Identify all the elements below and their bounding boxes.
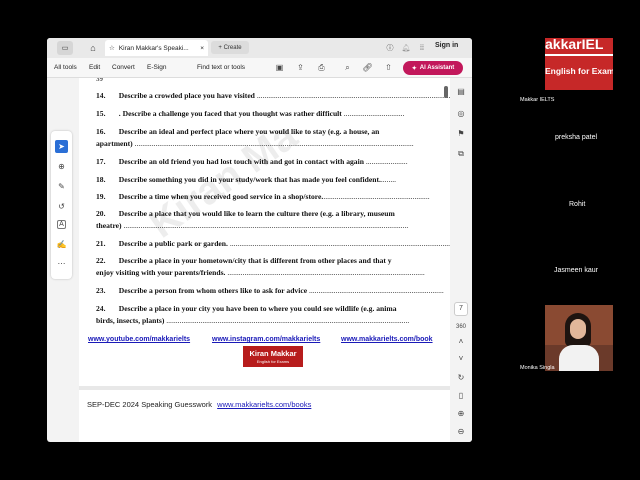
- participant-name-jasmeen: Jasmeen kaur: [554, 267, 598, 274]
- question-16: 16. Describe an ideal and perfect place …: [96, 127, 380, 136]
- tab-document[interactable]: ☆ Kiran Makkar's Speaki... ×: [105, 40, 208, 56]
- question-20: 20. Describe a place that you would like…: [96, 209, 395, 218]
- lasso-icon[interactable]: ↺: [55, 200, 68, 213]
- question-15: 15. . Describe a challenge you faced tha…: [96, 109, 405, 118]
- page-separator: [79, 386, 450, 390]
- home-icon[interactable]: ⌂: [87, 41, 99, 55]
- question-22-cont: enjoy visiting with your parents/friends…: [96, 268, 425, 277]
- print-icon[interactable]: ⎙: [316, 63, 327, 73]
- text-box-icon[interactable]: A: [57, 220, 66, 229]
- menu-edit[interactable]: Edit: [89, 64, 100, 71]
- question-20-cont: theatre) ...............................…: [96, 221, 409, 230]
- participant-name-rohit: Rohit: [569, 201, 586, 208]
- comment-icon[interactable]: ▤: [455, 86, 467, 98]
- search-icon[interactable]: ⌕: [342, 63, 353, 73]
- zoom-icon[interactable]: ⊕: [55, 160, 68, 173]
- scrollbar-thumb[interactable]: [444, 86, 448, 98]
- create-button[interactable]: + Create: [211, 41, 249, 54]
- question-24-cont: birds, insects, plants) ................…: [96, 316, 410, 325]
- left-tool-panel: ➤ ⊕ ✎ ↺ A ✍ ⋯: [51, 131, 72, 279]
- ai-assistant-button[interactable]: ✦ AI Assistant: [403, 61, 463, 75]
- zoom-out-icon[interactable]: ⊖: [455, 426, 467, 438]
- pen-icon[interactable]: ✎: [55, 180, 68, 193]
- zoom-in-icon[interactable]: ⊕: [455, 408, 467, 420]
- sidebar-toggle-icon[interactable]: ▭: [57, 41, 73, 55]
- link-icon[interactable]: 🔗︎: [362, 63, 373, 73]
- page-view-icon[interactable]: ▯: [455, 390, 467, 402]
- question-21: 21. Describe a public park or garden. ..…: [96, 239, 450, 248]
- ai-assistant-label: AI Assistant: [419, 65, 455, 71]
- question-18: 18. Describe something you did in your s…: [96, 175, 397, 184]
- youtube-link[interactable]: www.youtube.com/makkarielts: [88, 336, 190, 343]
- logo-title: Kiran Makkar: [249, 349, 297, 358]
- sign-in-button[interactable]: Sign in: [435, 42, 458, 49]
- select-cursor-icon[interactable]: ➤: [55, 140, 68, 153]
- person-body: [559, 345, 599, 371]
- tab-title: Kiran Makkar's Speaki...: [118, 44, 189, 52]
- close-tab-icon[interactable]: ×: [200, 45, 204, 52]
- refresh-icon[interactable]: ↻: [455, 372, 467, 384]
- question-17: 17. Describe an old friend you had lost …: [96, 157, 408, 166]
- apps-grid-icon[interactable]: ⁞⁞: [417, 41, 427, 55]
- save-icon[interactable]: ▣: [274, 63, 285, 73]
- more-tools-icon[interactable]: ⋯: [55, 257, 68, 270]
- brand-logo: Kiran Makkar English for Exams: [243, 346, 303, 367]
- bookmark-icon[interactable]: ⚑: [455, 128, 467, 140]
- bell-icon[interactable]: 🔔︎: [401, 41, 411, 55]
- instagram-link[interactable]: www.instagram.com/makkarielts: [212, 336, 320, 343]
- person-face: [570, 319, 586, 339]
- banner-top: akkarIEL: [545, 38, 613, 54]
- question-19: 19. Describe a time when you received go…: [96, 192, 430, 201]
- page-up-icon[interactable]: ˄: [455, 336, 467, 348]
- pages-icon[interactable]: ⧉: [455, 148, 467, 160]
- footer-text: SEP-DEC 2024 Speaking Guesswork: [87, 400, 213, 409]
- page-total: 360: [455, 324, 466, 330]
- page-footer: SEP-DEC 2024 Speaking Guesswork www.makk…: [87, 400, 311, 409]
- question-14: 14. Describe a crowded place you have vi…: [96, 91, 450, 100]
- logo-subtitle: English for Exams: [256, 359, 290, 364]
- banner-bottom: English for Exam: [545, 56, 613, 90]
- share-icon[interactable]: ⇧: [383, 63, 394, 73]
- participant-video-monika: [545, 305, 613, 371]
- participant-tile-makkar: akkarIEL English for Exam: [545, 38, 613, 90]
- question-22: 22. Describe a place in your hometown/ci…: [96, 256, 392, 265]
- sparkle-icon: ✦: [411, 65, 417, 72]
- page-number-box[interactable]: 7: [454, 302, 468, 316]
- page-down-icon[interactable]: ˅: [455, 353, 467, 365]
- pdf-viewer-window: ▭ ⌂ ☆ Kiran Makkar's Speaki... × + Creat…: [47, 38, 472, 442]
- participant-name-monika: Monika Singla: [520, 365, 555, 371]
- browser-tab-bar: ▭ ⌂ ☆ Kiran Makkar's Speaki... × + Creat…: [47, 38, 472, 58]
- ai-chat-icon[interactable]: ◎: [455, 108, 467, 120]
- upload-icon[interactable]: ⇪: [295, 63, 306, 73]
- website-link[interactable]: www.makkarielts.com/book: [341, 336, 433, 343]
- participant-name-makkar: Makkar IELTS: [520, 97, 555, 103]
- menu-convert[interactable]: Convert: [112, 64, 135, 71]
- star-icon: ☆: [109, 45, 115, 52]
- partial-line: 39: [96, 78, 103, 83]
- question-16-cont: apartment) .............................…: [96, 139, 414, 148]
- help-icon[interactable]: ⓘ: [385, 41, 395, 55]
- footer-link[interactable]: www.makkarielts.com/books: [217, 400, 311, 409]
- menu-esign[interactable]: E-Sign: [147, 64, 167, 71]
- fill-sign-icon[interactable]: ✍: [55, 238, 68, 251]
- find-tools-button[interactable]: Find text or tools: [197, 64, 245, 71]
- question-24: 24. Describe a place in your city you ha…: [96, 304, 397, 313]
- right-tool-panel: ▤ ◎ ⚑ ⧉ 7 360 ˄ ˅ ↻ ▯ ⊕ ⊖: [450, 78, 472, 442]
- participant-name-preksha: preksha patel: [555, 134, 598, 141]
- main-toolbar: All tools Edit Convert E-Sign Find text …: [47, 58, 472, 78]
- menu-all-tools[interactable]: All tools: [54, 64, 77, 71]
- document-page[interactable]: Kiran Ma 39 14. Describe a crowded place…: [79, 78, 450, 442]
- question-23: 23. Describe a person from whom others l…: [96, 286, 444, 295]
